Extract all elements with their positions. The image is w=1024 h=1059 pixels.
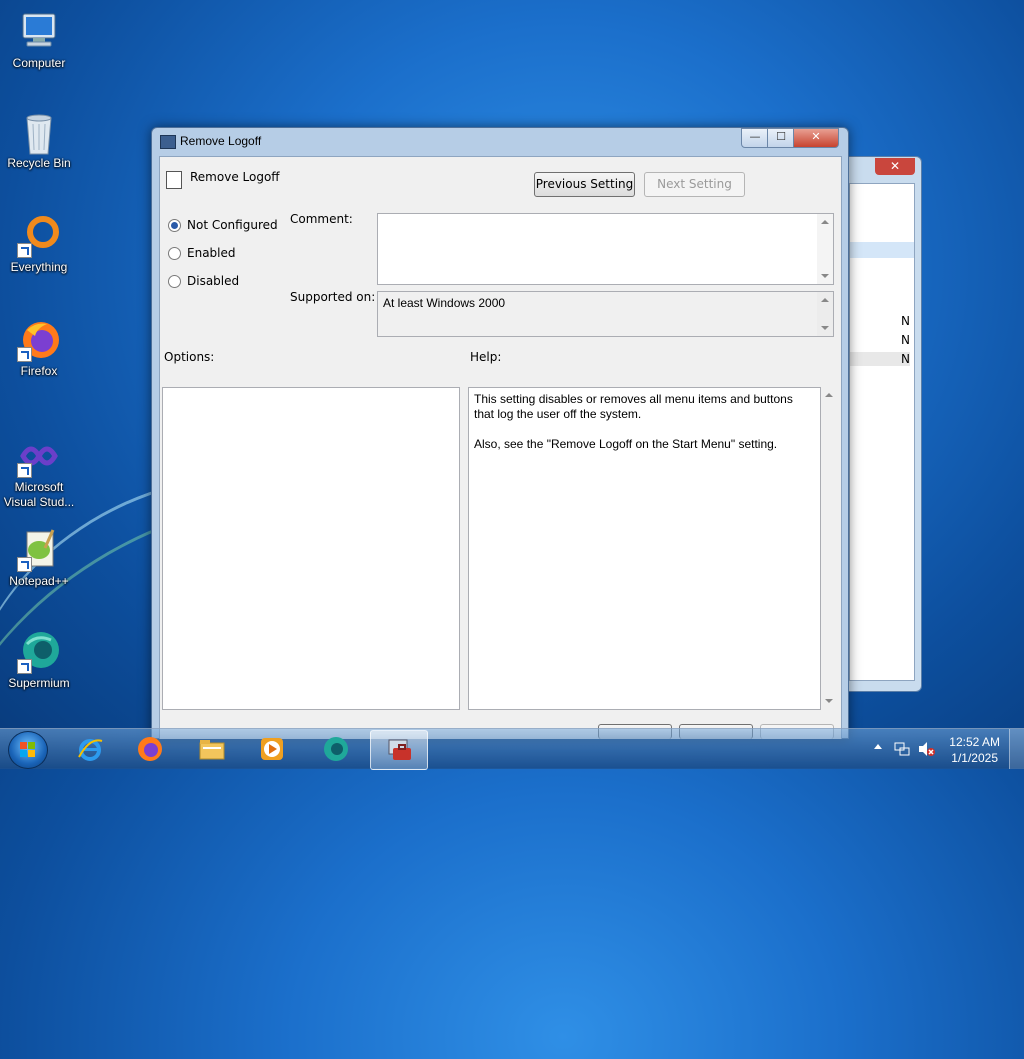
desktop-icon-everything[interactable]: Everything: [2, 214, 76, 274]
desktop-icon-label: Computer: [12, 56, 66, 70]
desktop-icon-visual-studio[interactable]: Microsoft Visual Stud...: [2, 434, 76, 510]
file-explorer-icon: [199, 740, 225, 760]
setting-name: Remove Logoff: [190, 170, 280, 184]
radio-label: Enabled: [187, 246, 236, 260]
supported-on-label: Supported on:: [290, 290, 376, 304]
radio-disabled[interactable]: Disabled: [168, 272, 239, 290]
taskbar-media-player[interactable]: [244, 730, 300, 768]
scroll-up-icon[interactable]: [825, 393, 833, 397]
radio-button[interactable]: [168, 246, 181, 260]
taskbar-firefox[interactable]: [122, 730, 178, 768]
desktop-icon-notepad-plus-plus[interactable]: Notepad++: [2, 528, 76, 588]
clock-date: 1/1/2025: [951, 751, 998, 765]
taskbar-internet-explorer[interactable]: [62, 730, 118, 768]
desktop-icon-supermium[interactable]: Supermium: [2, 630, 76, 690]
radio-label: Disabled: [187, 274, 240, 288]
desktop-icon-computer[interactable]: Computer: [2, 10, 76, 70]
comment-scrollbar[interactable]: [817, 214, 833, 284]
notepad-plus-plus-icon: [17, 528, 61, 572]
background-window[interactable]: ✕ N N N: [842, 156, 922, 692]
desktop-icon-label: Recycle Bin: [7, 156, 71, 170]
computer-icon: [17, 10, 61, 54]
taskbar-group-policy-editor[interactable]: [370, 730, 428, 770]
background-window-content: N N N: [849, 183, 915, 681]
system-tray: 12:52 AM 1/1/2025: [864, 729, 1024, 769]
help-label: Help:: [470, 350, 502, 364]
desktop-icon-label: Microsoft Visual Stud...: [3, 480, 75, 509]
taskbar: 12:52 AM 1/1/2025: [0, 728, 1024, 770]
supermium-icon: [324, 737, 348, 761]
help-text: This setting disables or removes all men…: [474, 392, 793, 451]
scroll-up-icon[interactable]: [821, 298, 829, 302]
supported-on-scrollbar[interactable]: [817, 292, 833, 336]
maximize-button[interactable]: ☐: [767, 128, 795, 148]
background-window-row: N: [901, 333, 910, 347]
windows-logo-icon: [20, 742, 36, 758]
recycle-bin-icon: [17, 110, 61, 155]
group-policy-editor-icon: [388, 739, 411, 760]
radio-label: Not Configured: [187, 218, 278, 232]
firefox-icon: [17, 318, 61, 362]
scroll-up-icon[interactable]: [821, 220, 829, 224]
dialog-titlebar[interactable]: Remove Logoff — ☐ ✕: [152, 128, 848, 156]
policy-setting-icon: [166, 171, 182, 189]
supported-on-field: At least Windows 2000: [377, 291, 834, 337]
shortcut-arrow-icon: [17, 463, 32, 478]
radio-button-checked[interactable]: [168, 218, 181, 232]
taskbar-supermium[interactable]: [308, 730, 364, 768]
close-button[interactable]: ✕: [793, 128, 839, 148]
scroll-down-icon[interactable]: [821, 274, 829, 278]
shortcut-arrow-icon: [17, 659, 32, 674]
visual-studio-icon: [17, 434, 61, 478]
background-window-close-button[interactable]: ✕: [875, 158, 915, 175]
background-window-row: N: [850, 352, 910, 366]
network-icon[interactable]: [894, 741, 910, 757]
background-window-row: N: [901, 314, 910, 328]
radio-not-configured[interactable]: Not Configured: [168, 216, 278, 234]
supported-on-value: At least Windows 2000: [383, 296, 506, 310]
shortcut-arrow-icon: [17, 347, 32, 362]
dialog-title: Remove Logoff: [180, 134, 262, 148]
taskbar-file-explorer[interactable]: [184, 730, 240, 768]
firefox-icon: [138, 737, 162, 761]
supermium-icon: [17, 630, 61, 674]
options-panel: [162, 387, 460, 710]
desktop-icon-recycle-bin[interactable]: Recycle Bin: [2, 110, 76, 170]
internet-explorer-icon: [78, 739, 103, 761]
desktop-icon-label: Supermium: [8, 676, 70, 690]
comment-textarea[interactable]: [377, 213, 834, 285]
radio-button[interactable]: [168, 274, 181, 288]
everything-search-icon: [17, 214, 61, 258]
help-panel: This setting disables or removes all men…: [468, 387, 821, 710]
shortcut-arrow-icon: [17, 243, 32, 258]
shortcut-arrow-icon: [17, 557, 32, 572]
system-clock[interactable]: 12:52 AM 1/1/2025: [949, 734, 1000, 766]
volume-muted-icon[interactable]: [918, 741, 936, 757]
previous-setting-button[interactable]: Previous Setting: [534, 172, 635, 197]
scroll-down-icon[interactable]: [825, 699, 833, 703]
group-policy-icon: [160, 135, 176, 149]
show-desktop-button[interactable]: [1009, 729, 1024, 769]
dialog-client-area: Remove Logoff Previous Setting Next Sett…: [159, 156, 842, 739]
help-scrollbar[interactable]: [821, 387, 837, 709]
desktop-icon-firefox[interactable]: Firefox: [2, 318, 76, 378]
desktop-icon-label: Everything: [10, 260, 68, 274]
scroll-down-icon[interactable]: [821, 326, 829, 330]
start-button[interactable]: [8, 731, 48, 769]
clock-time: 12:52 AM: [949, 735, 1000, 749]
show-hidden-icons-icon[interactable]: [874, 744, 882, 749]
media-player-icon: [261, 738, 283, 760]
desktop-icon-label: Notepad++: [9, 574, 69, 588]
remove-logoff-dialog[interactable]: Remove Logoff — ☐ ✕ Remove Logoff Previo…: [151, 127, 849, 739]
comment-label: Comment:: [290, 212, 353, 226]
next-setting-button[interactable]: Next Setting: [644, 172, 745, 197]
desktop-icon-label: Firefox: [20, 364, 58, 378]
options-label: Options:: [164, 350, 215, 364]
minimize-button[interactable]: —: [741, 128, 769, 148]
radio-enabled[interactable]: Enabled: [168, 244, 236, 262]
background-window-header-row: [850, 242, 914, 258]
